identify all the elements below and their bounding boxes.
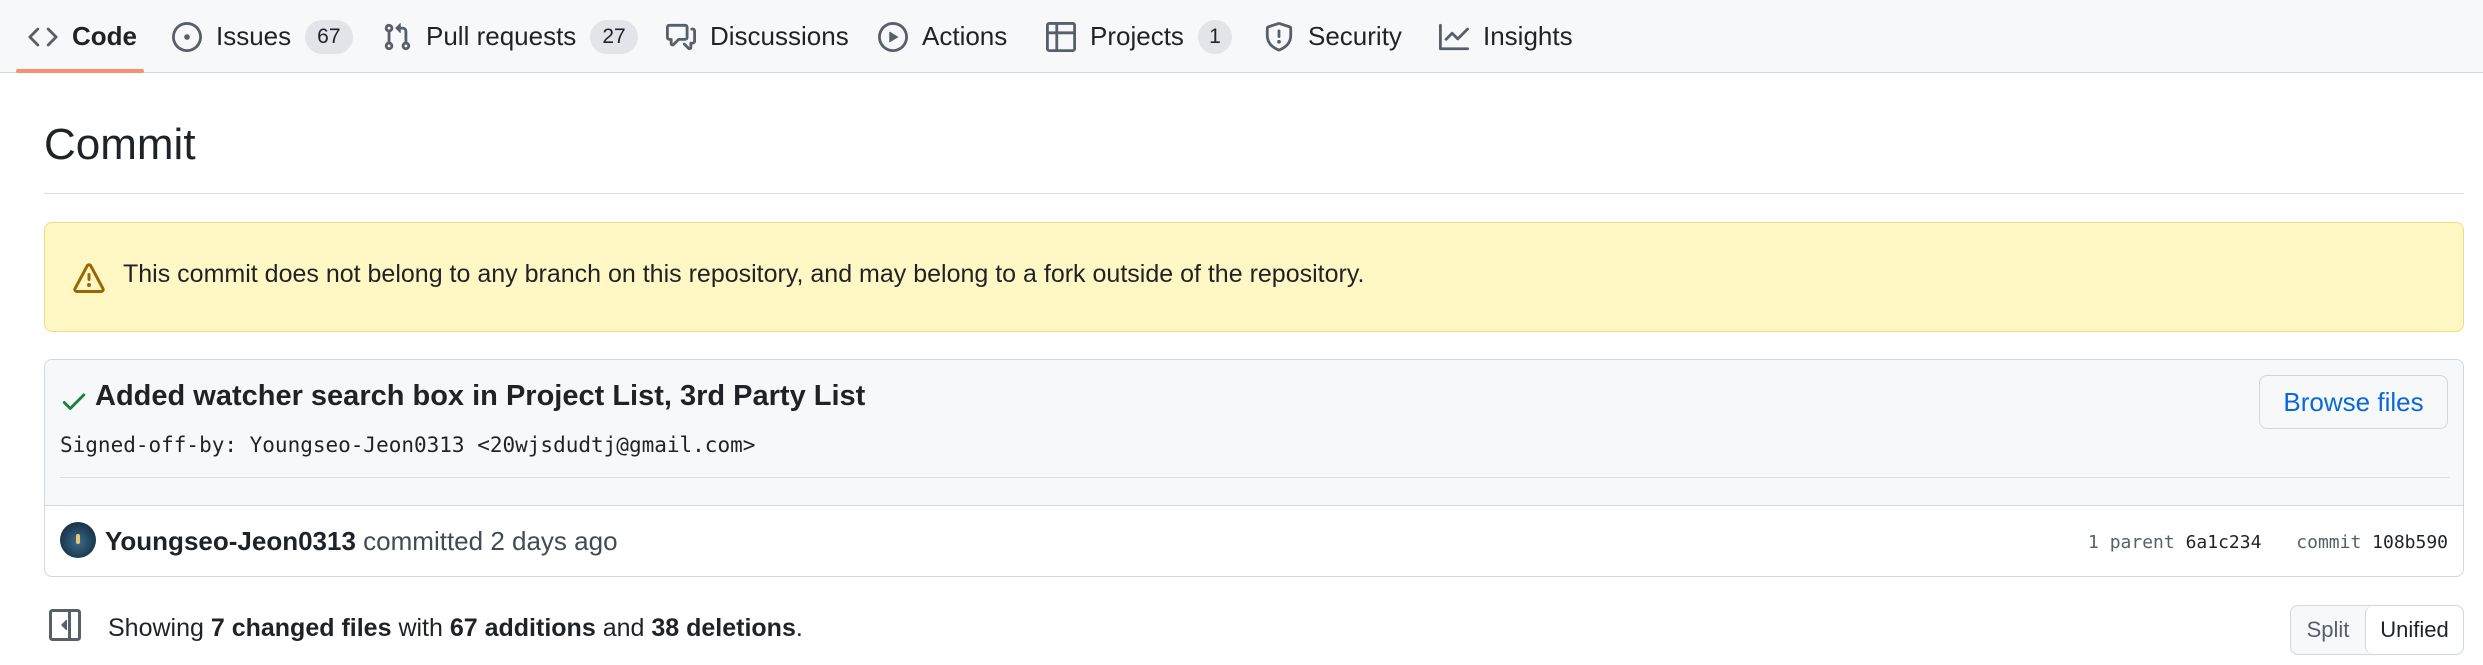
- summary-showing: Showing: [108, 614, 204, 642]
- tab-discussions-label: Discussions: [710, 21, 849, 51]
- commit-action: committed: [363, 526, 484, 556]
- summary-deletions: 38 deletions: [651, 614, 796, 642]
- commit-time: 2 days ago: [490, 526, 618, 556]
- commit-description: Signed-off-by: Youngseo-Jeon0313 <20wjsd…: [60, 433, 756, 457]
- code-icon: [28, 27, 58, 46]
- alert-icon: [73, 263, 105, 293]
- issues-counter: 67: [305, 19, 353, 54]
- summary-with: with: [398, 614, 443, 642]
- parent-label: 1 parent: [2088, 532, 2175, 553]
- sidebar-expand-icon[interactable]: [49, 609, 81, 641]
- tab-issues[interactable]: Issues 67: [172, 0, 353, 73]
- commit-sha-info: 1 parent 6a1c234 commit 108b590: [2088, 532, 2448, 553]
- commit-box: Added watcher search box in Project List…: [44, 359, 2464, 577]
- tab-issues-label: Issues: [216, 21, 292, 51]
- commit-meta: Youngseo-Jeon0313 committed 2 days ago 1…: [45, 506, 2463, 576]
- tab-actions[interactable]: Actions: [878, 0, 1007, 73]
- warning-message: This commit does not belong to any branc…: [123, 260, 1365, 288]
- page-title: Commit: [44, 120, 196, 169]
- summary-and: and: [602, 614, 645, 642]
- browse-files-button[interactable]: Browse files: [2259, 375, 2448, 429]
- table-icon: [1046, 21, 1076, 52]
- tab-pull-requests[interactable]: Pull requests 27: [382, 0, 638, 73]
- commit-header-divider: [60, 477, 2450, 478]
- diff-view-toggle: Split Unified: [2290, 605, 2464, 655]
- split-view-button[interactable]: Split: [2291, 606, 2365, 654]
- tab-pull-requests-label: Pull requests: [426, 21, 577, 51]
- projects-counter: 1: [1197, 19, 1232, 54]
- avatar[interactable]: [60, 522, 96, 558]
- pull-requests-counter: 27: [590, 19, 638, 54]
- tab-security[interactable]: Security: [1264, 0, 1402, 73]
- diff-summary: Showing 7 changed files with 67 addition…: [108, 614, 803, 643]
- diff-summary-row: Showing 7 changed files with 67 addition…: [44, 605, 2464, 661]
- tab-code-label: Code: [72, 21, 137, 51]
- tab-projects[interactable]: Projects 1: [1046, 0, 1232, 73]
- shield-icon: [1265, 21, 1293, 51]
- commit-header: Added watcher search box in Project List…: [45, 360, 2463, 506]
- tab-projects-label: Projects: [1090, 21, 1184, 51]
- repo-nav: Code Issues 67 Pull requests 27 Discussi…: [0, 0, 2483, 73]
- tab-insights-label: Insights: [1483, 21, 1573, 51]
- comment-discussion-icon: [666, 23, 696, 50]
- issue-opened-icon: [172, 21, 202, 52]
- summary-additions: 67 additions: [449, 614, 596, 642]
- tab-discussions[interactable]: Discussions: [666, 0, 849, 73]
- commit-sha: 108b590: [2372, 532, 2448, 553]
- unified-view-button[interactable]: Unified: [2365, 606, 2463, 654]
- warning-flash: This commit does not belong to any branc…: [44, 222, 2464, 332]
- author-link[interactable]: Youngseo-Jeon0313: [105, 526, 356, 556]
- parent-sha-link[interactable]: 6a1c234: [2186, 532, 2262, 553]
- commit-label: commit: [2296, 532, 2362, 553]
- commit-author-line: Youngseo-Jeon0313 committed 2 days ago: [105, 526, 618, 557]
- check-icon: [62, 393, 86, 410]
- selected-tab-underline: [16, 69, 144, 73]
- tab-insights[interactable]: Insights: [1439, 0, 1573, 73]
- tab-security-label: Security: [1308, 21, 1402, 51]
- play-icon: [878, 21, 908, 52]
- summary-changed-files: 7 changed files: [210, 614, 392, 642]
- title-divider: [44, 193, 2464, 194]
- tab-code[interactable]: Code: [28, 0, 137, 73]
- graph-icon: [1439, 23, 1469, 50]
- git-pull-request-icon: [384, 22, 411, 50]
- summary-period: .: [795, 614, 803, 642]
- commit-title: Added watcher search box in Project List…: [95, 380, 866, 412]
- tab-actions-label: Actions: [922, 21, 1008, 51]
